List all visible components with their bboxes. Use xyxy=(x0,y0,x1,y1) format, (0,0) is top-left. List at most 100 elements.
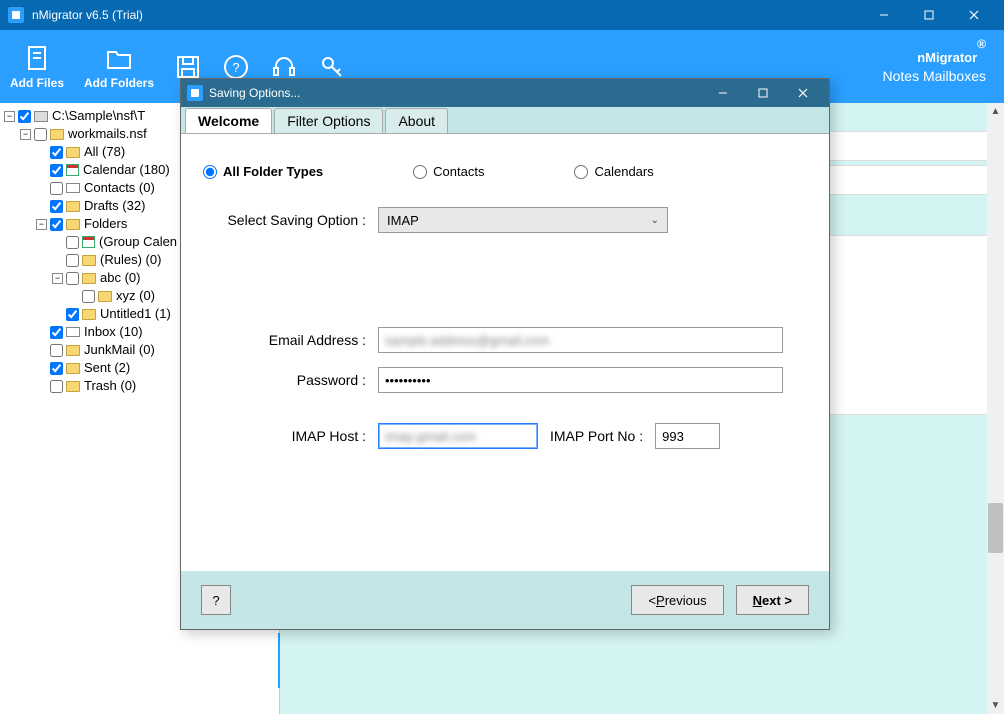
saving-option-select[interactable]: IMAP ⌄ xyxy=(378,207,668,233)
radio-contacts[interactable]: Contacts xyxy=(413,164,484,179)
calendar-icon xyxy=(66,164,79,176)
password-label: Password : xyxy=(203,372,378,388)
save-icon xyxy=(174,53,202,81)
tree-item-sent[interactable]: Sent (2) xyxy=(84,359,130,377)
tree-item-folders[interactable]: Folders xyxy=(84,215,127,233)
brand-subtitle: Notes Mailboxes xyxy=(883,68,987,84)
support-button[interactable] xyxy=(270,53,298,81)
tree-toggle[interactable]: − xyxy=(4,111,15,122)
tree-item-abc[interactable]: abc (0) xyxy=(100,269,140,287)
scroll-up-icon[interactable]: ▲ xyxy=(987,103,1004,120)
minimize-button[interactable] xyxy=(861,0,906,30)
dialog-app-icon xyxy=(187,85,203,101)
tree-item-group[interactable]: (Group Calen xyxy=(99,233,177,251)
main-title: nMigrator v6.5 (Trial) xyxy=(32,8,861,22)
tree-checkbox[interactable] xyxy=(34,128,47,141)
tree-checkbox[interactable] xyxy=(66,236,79,249)
add-folders-button[interactable]: Add Folders xyxy=(84,44,154,90)
key-icon xyxy=(318,53,346,81)
radio-all-folder-types[interactable]: All Folder Types xyxy=(203,164,323,179)
tree-checkbox[interactable] xyxy=(50,182,63,195)
license-button[interactable] xyxy=(318,53,346,81)
tree-item-xyz[interactable]: xyz (0) xyxy=(116,287,155,305)
brand-logo: nMigrator® xyxy=(883,38,987,68)
folder-icon xyxy=(82,309,96,320)
folder-icon xyxy=(66,201,80,212)
folder-icon xyxy=(66,219,80,230)
tree-item-inbox[interactable]: Inbox (10) xyxy=(84,323,143,341)
vertical-scrollbar[interactable]: ▲ ▼ xyxy=(987,103,1004,714)
add-files-button[interactable]: Add Files xyxy=(10,44,64,90)
tree-checkbox[interactable] xyxy=(66,254,79,267)
tree-item-calendar[interactable]: Calendar (180) xyxy=(83,161,170,179)
folder-type-radios: All Folder Types Contacts Calendars xyxy=(203,164,807,179)
dialog-minimize-button[interactable] xyxy=(703,82,743,104)
tree-toggle[interactable]: − xyxy=(52,273,63,284)
saving-options-dialog: Saving Options... Welcome Filter Options… xyxy=(180,78,830,630)
add-files-label: Add Files xyxy=(10,76,64,90)
tree-checkbox[interactable] xyxy=(50,362,63,375)
close-button[interactable] xyxy=(951,0,996,30)
folder-icon xyxy=(66,345,80,356)
tree-checkbox[interactable] xyxy=(18,110,31,123)
maximize-button[interactable] xyxy=(906,0,951,30)
radio-calendars[interactable]: Calendars xyxy=(574,164,653,179)
tree-checkbox[interactable] xyxy=(50,164,63,177)
next-button[interactable]: Next > xyxy=(736,585,809,615)
folder-icon xyxy=(82,273,96,284)
password-field[interactable]: •••••••••• xyxy=(378,367,783,393)
help-icon: ? xyxy=(222,53,250,81)
tab-about[interactable]: About xyxy=(385,108,448,133)
tree-item-rules[interactable]: (Rules) (0) xyxy=(100,251,161,269)
tree-checkbox[interactable] xyxy=(66,308,79,321)
folder-icon xyxy=(50,129,64,140)
tree-checkbox[interactable] xyxy=(50,344,63,357)
dialog-close-button[interactable] xyxy=(783,82,823,104)
svg-text:?: ? xyxy=(232,60,239,75)
tree-file-label: workmails.nsf xyxy=(68,125,147,143)
help-button[interactable]: ? xyxy=(201,585,231,615)
file-icon xyxy=(23,44,51,72)
dialog-footer: ? < Previous Next > xyxy=(181,571,829,629)
window-controls xyxy=(861,0,996,30)
tree-root-label: C:\Sample\nsf\T xyxy=(52,107,145,125)
tree-toggle[interactable]: − xyxy=(20,129,31,140)
tree-item-all[interactable]: All (78) xyxy=(84,143,125,161)
saving-option-value: IMAP xyxy=(387,213,419,228)
tree-checkbox[interactable] xyxy=(50,200,63,213)
tree-item-drafts[interactable]: Drafts (32) xyxy=(84,197,145,215)
email-field[interactable]: sample.address@gmail.com xyxy=(378,327,783,353)
tab-filter-options[interactable]: Filter Options xyxy=(274,108,383,133)
chevron-down-icon: ⌄ xyxy=(651,215,659,226)
scroll-down-icon[interactable]: ▼ xyxy=(987,697,1004,714)
headset-icon xyxy=(270,53,298,81)
tree-checkbox[interactable] xyxy=(50,146,63,159)
tree-checkbox[interactable] xyxy=(66,272,79,285)
help-button[interactable]: ? xyxy=(222,53,250,81)
tree-checkbox[interactable] xyxy=(50,380,63,393)
tree-checkbox[interactable] xyxy=(50,326,63,339)
dialog-maximize-button[interactable] xyxy=(743,82,783,104)
save-button[interactable] xyxy=(174,53,202,81)
imap-host-field[interactable]: imap.gmail.com xyxy=(378,423,538,449)
tree-toggle[interactable]: − xyxy=(36,219,47,230)
splitter[interactable] xyxy=(278,633,280,688)
tree-item-contacts[interactable]: Contacts (0) xyxy=(84,179,155,197)
tree-item-junk[interactable]: JunkMail (0) xyxy=(84,341,155,359)
app-icon xyxy=(8,7,24,23)
previous-button[interactable]: < Previous xyxy=(631,585,723,615)
scroll-thumb[interactable] xyxy=(988,503,1003,553)
main-titlebar: nMigrator v6.5 (Trial) xyxy=(0,0,1004,30)
tree-checkbox[interactable] xyxy=(82,290,95,303)
folder-icon xyxy=(66,147,80,158)
dialog-body: Welcome Filter Options About All Folder … xyxy=(181,107,829,629)
folder-icon xyxy=(66,381,80,392)
tab-welcome[interactable]: Welcome xyxy=(185,108,272,133)
mail-icon xyxy=(66,327,80,337)
imap-port-field[interactable]: 993 xyxy=(655,423,720,449)
dialog-titlebar: Saving Options... xyxy=(181,79,829,107)
tree-item-trash[interactable]: Trash (0) xyxy=(84,377,136,395)
tree-checkbox[interactable] xyxy=(50,218,63,231)
contacts-icon xyxy=(66,183,80,193)
tree-item-untitled[interactable]: Untitled1 (1) xyxy=(100,305,171,323)
